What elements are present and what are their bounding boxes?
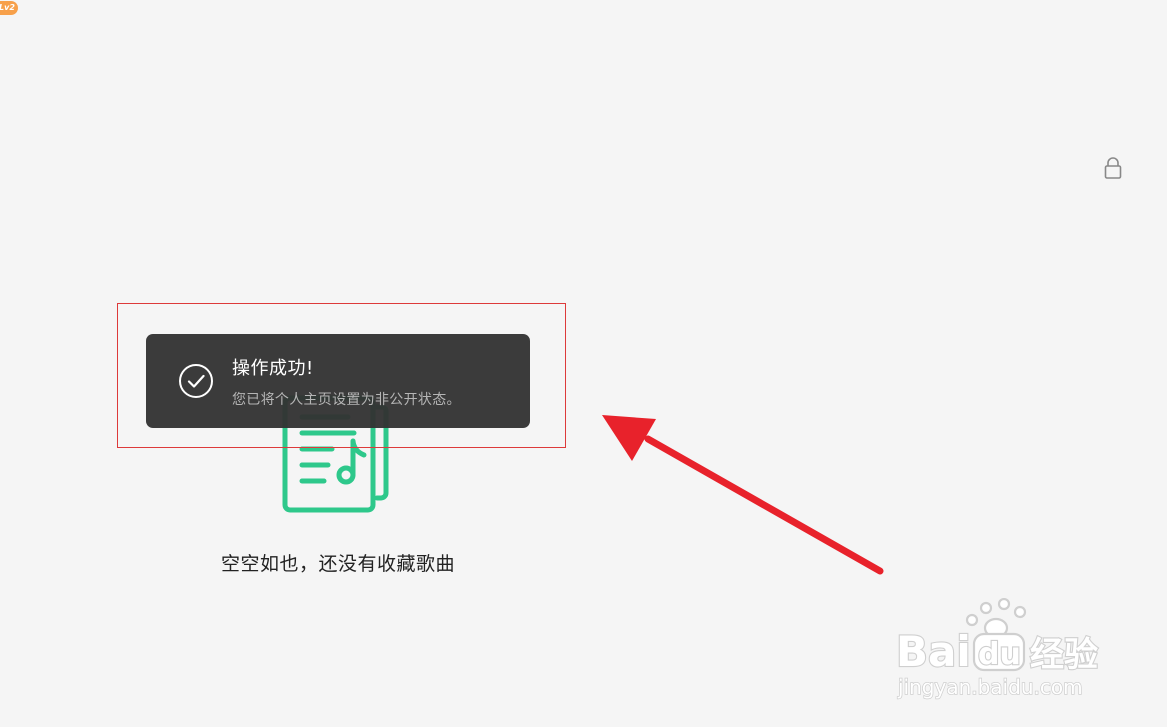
- success-toast: 操作成功! 您已将个人主页设置为非公开状态。: [146, 334, 530, 428]
- toast-title: 操作成功!: [232, 358, 314, 379]
- lock-icon[interactable]: [1103, 156, 1123, 180]
- toast-message: 您已将个人主页设置为非公开状态。: [232, 392, 461, 408]
- empty-state-message: 空空如也，还没有收藏歌曲: [220, 553, 455, 575]
- check-circle-icon: [179, 364, 213, 398]
- annotation-arrow-icon: [602, 415, 884, 575]
- baidu-watermark-logo: Bai du 经验 jingyan.baidu.com: [895, 598, 1099, 700]
- svg-text:du: du: [978, 637, 1021, 672]
- svg-text:Bai: Bai: [896, 627, 971, 676]
- svg-text:jingyan.baidu.com: jingyan.baidu.com: [897, 675, 1083, 699]
- svg-text:经验: 经验: [1030, 635, 1098, 675]
- level-badge: Lv2: [0, 1, 18, 15]
